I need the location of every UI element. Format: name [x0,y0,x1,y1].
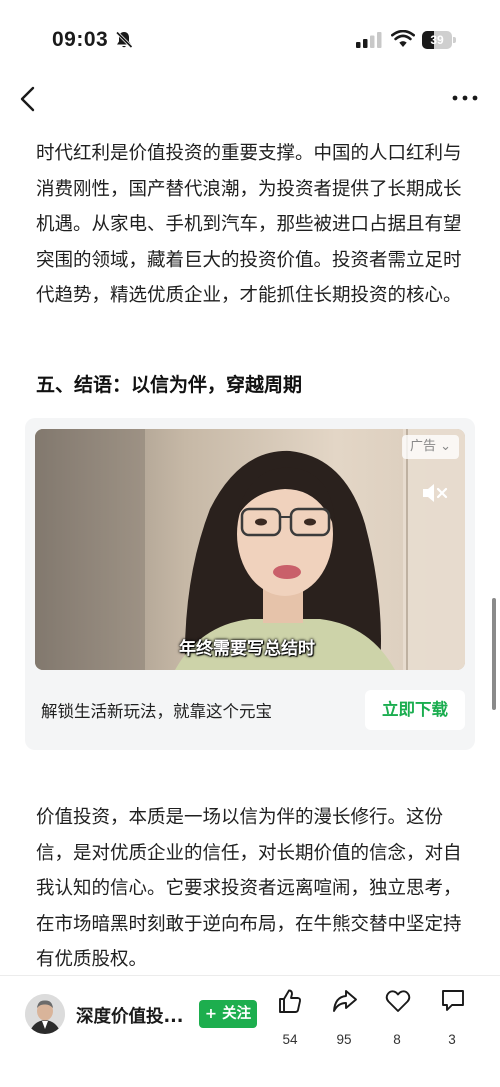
ad-video[interactable]: 广告 ⌄ 年终需要写总结时 [35,429,465,670]
ad-badge-label: 广告 [409,439,436,454]
bottom-action-bar: 深度价值投... + 关注 54 95 8 3 [0,975,500,1087]
status-time: 09:03 [52,28,109,51]
comment-bubble-icon [442,990,464,1011]
ad-badge[interactable]: 广告 ⌄ [401,435,459,459]
comment-button[interactable]: 3 [430,988,474,1052]
heart-icon [385,990,411,1012]
share-count: 95 [336,1032,352,1047]
speaker-muted-icon[interactable] [420,481,448,505]
download-button[interactable]: 立即下载 [365,690,465,730]
nav-bar [0,80,500,120]
ad-video-caption: 年终需要写总结时 [179,639,315,659]
more-dots-icon[interactable] [450,86,480,110]
like-count: 54 [282,1032,298,1047]
author-name[interactable]: 深度价值投... [76,1003,183,1028]
article-paragraph: 时代红利是价值投资的重要支撑。中国的人口红利与消费刚性，国产替代浪潮，为投资者提… [36,143,462,306]
battery-icon: 39 [422,31,456,49]
bell-slash-icon [115,31,133,49]
battery-cap [453,37,456,43]
favorite-button[interactable]: 8 [375,988,419,1052]
status-bar: 09:03 39 [0,0,500,80]
battery-level: 39 [430,33,444,47]
chevron-down-icon: ⌄ [440,439,451,454]
avatar-image [25,994,65,1034]
ad-description[interactable]: 解锁生活新玩法，就靠这个元宝 [41,698,272,722]
comment-count: 3 [448,1032,456,1047]
wifi-icon [391,30,415,47]
ad-card[interactable]: 广告 ⌄ 年终需要写总结时 解锁生活新玩法，就靠这个元宝 立即下载 [25,418,475,750]
article-paragraph: 价值投资，本质是一场以信为伴的漫长修行。这份信，是对优质企业的信任，对长期价值的… [36,807,462,970]
section-heading: 五、结语：以信为伴，穿越周期 [36,374,303,396]
chevron-left-icon[interactable] [14,82,44,116]
scrollbar[interactable] [492,598,496,710]
share-arrow-icon [333,990,357,1012]
thumbs-up-icon [279,989,302,1013]
follow-button[interactable]: + 关注 [199,1000,257,1028]
share-button[interactable]: 95 [322,988,366,1052]
ad-video-frame [35,429,465,670]
signal-icon [356,32,382,48]
battery-body: 39 [422,31,452,49]
like-button[interactable]: 54 [268,988,312,1052]
author-avatar[interactable] [25,994,65,1034]
favorite-count: 8 [393,1032,401,1047]
